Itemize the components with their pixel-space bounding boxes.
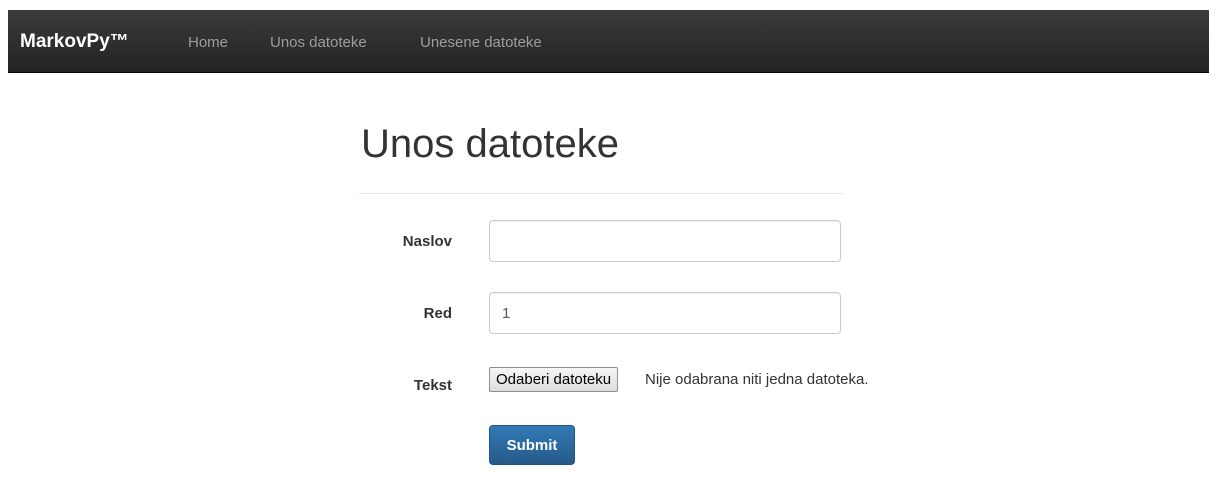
title-divider — [359, 193, 843, 194]
nav-link-home[interactable]: Home — [188, 34, 228, 51]
nav-link-unos-datoteke[interactable]: Unos datoteke — [270, 34, 367, 51]
top-navbar: MarkovPy™ Home Unos datoteke Unesene dat… — [8, 10, 1209, 73]
page-title: Unos datoteke — [361, 122, 619, 166]
red-input[interactable] — [489, 292, 841, 334]
naslov-label: Naslov — [402, 233, 452, 250]
file-status-text: Nije odabrana niti jedna datoteka. — [645, 371, 869, 388]
naslov-input[interactable] — [489, 220, 841, 262]
red-label: Red — [423, 305, 452, 322]
submit-button[interactable]: Submit — [489, 425, 575, 465]
nav-link-unesene-datoteke[interactable]: Unesene datoteke — [420, 34, 542, 51]
brand-link[interactable]: MarkovPy™ — [20, 31, 129, 53]
choose-file-button[interactable]: Odaberi datoteku — [489, 367, 619, 392]
tekst-label: Tekst — [413, 377, 452, 394]
